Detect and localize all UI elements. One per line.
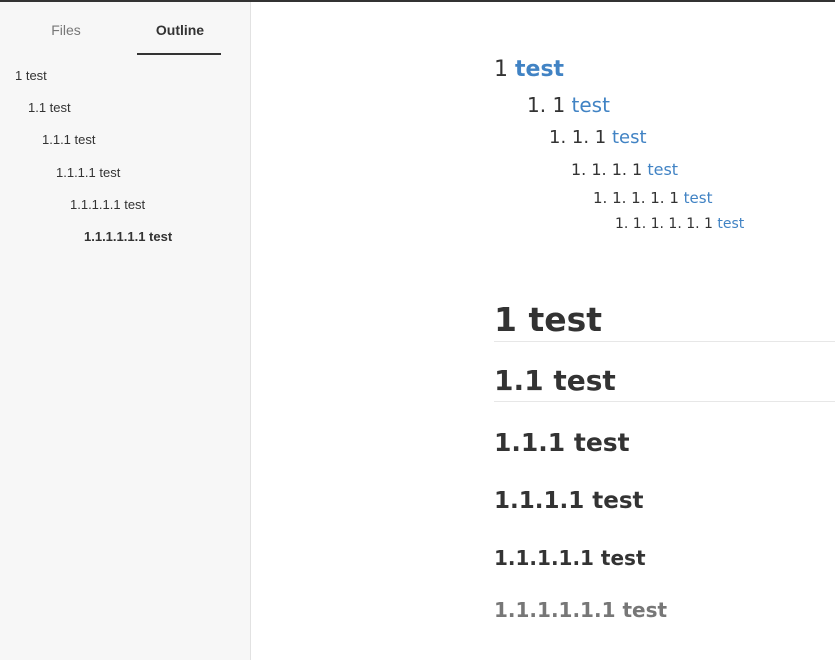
heading-h2: 1.1 test: [494, 364, 616, 397]
toc-item: 1. 1 test: [527, 93, 610, 117]
heading-h5: 1.1.1.1.1 test: [494, 546, 646, 570]
toc-item: 1. 1. 1 test: [549, 127, 647, 148]
toc-number: 1. 1: [527, 93, 566, 117]
outline-item-h1[interactable]: 1 test: [15, 68, 47, 83]
toc-item: 1. 1. 1. 1 test: [571, 160, 678, 179]
heading-h4: 1.1.1.1 test: [494, 488, 644, 514]
toc-link[interactable]: test: [612, 127, 647, 148]
toc-link[interactable]: test: [572, 93, 610, 117]
heading-h6: 1.1.1.1.1.1 test: [494, 598, 668, 622]
heading-h1-rule: [494, 341, 835, 342]
toc-number: 1. 1. 1: [549, 127, 607, 148]
toc-number: 1. 1. 1. 1. 1. 1: [615, 216, 713, 232]
toc-item: 1. 1. 1. 1. 1 test: [593, 189, 712, 207]
toc-item: 1 test: [494, 57, 564, 82]
sidebar: Files Outline 1 test 1.1 test 1.1.1 test…: [0, 2, 251, 660]
outline-item-h3[interactable]: 1.1.1 test: [42, 132, 95, 147]
outline-item-h5[interactable]: 1.1.1.1.1 test: [70, 197, 145, 212]
sidebar-tabs: Files Outline: [0, 2, 250, 56]
toc-number: 1. 1. 1. 1: [571, 160, 643, 179]
toc-link[interactable]: test: [515, 57, 564, 82]
heading-h3: 1.1.1 test: [494, 428, 630, 457]
outline-item-h4[interactable]: 1.1.1.1 test: [56, 165, 120, 180]
outline-item-h6-active[interactable]: 1.1.1.1.1.1 test: [84, 229, 172, 244]
toc-number: 1. 1. 1. 1. 1: [593, 189, 679, 207]
tab-outline[interactable]: Outline: [138, 22, 222, 38]
outline-item-h2[interactable]: 1.1 test: [28, 100, 71, 115]
heading-h2-rule: [494, 401, 835, 402]
heading-h1: 1 test: [494, 300, 603, 339]
active-tab-indicator: [137, 53, 221, 55]
toc-link[interactable]: test: [647, 160, 678, 179]
toc-link[interactable]: test: [717, 216, 744, 232]
toc-item: 1. 1. 1. 1. 1. 1 test: [615, 216, 744, 232]
tab-files[interactable]: Files: [40, 22, 92, 38]
toc-link[interactable]: test: [684, 189, 713, 207]
toc-number: 1: [494, 57, 508, 82]
